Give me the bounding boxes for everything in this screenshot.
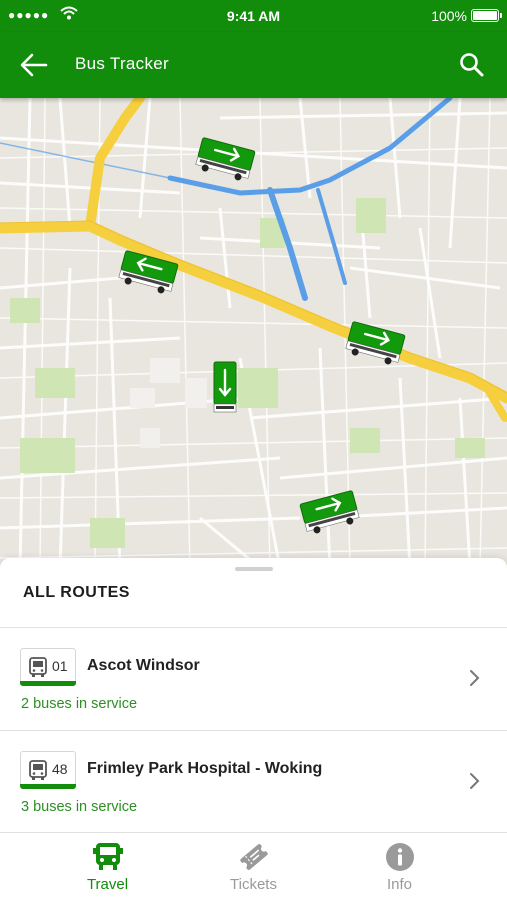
search-icon[interactable] [457, 50, 487, 80]
app-bar: Bus Tracker [0, 32, 507, 98]
badge-accent [20, 784, 76, 789]
battery-percent: 100% [431, 8, 467, 24]
page-title: Bus Tracker [75, 54, 169, 73]
routes-panel: ALL ROUTES 01 Ascot Windsor 2 buses in s… [0, 558, 507, 833]
battery-icon [471, 9, 502, 22]
ticket-icon [240, 844, 268, 870]
tab-tickets[interactable]: Tickets [169, 833, 338, 900]
route-item[interactable]: 48 Frimley Park Hospital - Woking 3 buse… [0, 731, 507, 831]
tab-label: Info [386, 876, 413, 893]
route-number: 48 [52, 761, 68, 777]
bus-marker-icon[interactable] [212, 360, 238, 416]
section-title: ALL ROUTES [23, 584, 130, 601]
route-badge: 01 [20, 648, 76, 686]
tab-label: Tickets [230, 876, 277, 893]
tab-travel[interactable]: Travel [23, 833, 192, 900]
route-status: 2 buses in service [21, 696, 138, 712]
route-name: Ascot Windsor [87, 657, 200, 674]
route-number: 01 [52, 658, 68, 674]
bus-marker-icon[interactable] [345, 314, 407, 366]
bus-icon [29, 657, 47, 677]
arrow-left-icon[interactable] [18, 50, 50, 80]
route-status: 3 buses in service [21, 799, 138, 815]
bus-marker-icon[interactable] [195, 130, 257, 182]
chevron-right-icon [470, 670, 480, 686]
bus-icon [29, 760, 47, 780]
tab-info[interactable]: Info [315, 833, 484, 900]
bus-marker-icon[interactable] [298, 483, 360, 535]
route-item[interactable]: 01 Ascot Windsor 2 buses in service [0, 628, 507, 728]
tab-bar: Travel Tickets Info [0, 832, 507, 900]
bus-icon [93, 843, 123, 870]
bus-marker-icon[interactable] [118, 243, 180, 295]
route-badge: 48 [20, 751, 76, 789]
route-name: Frimley Park Hospital - Woking [87, 760, 323, 777]
chevron-right-icon [470, 773, 480, 789]
tab-label: Travel [86, 876, 129, 893]
info-icon [386, 843, 414, 871]
drag-handle[interactable] [235, 567, 273, 571]
map-view[interactable] [0, 98, 507, 568]
badge-accent [20, 681, 76, 686]
status-bar: ●●●●● 9:41 AM 100% [0, 0, 507, 32]
